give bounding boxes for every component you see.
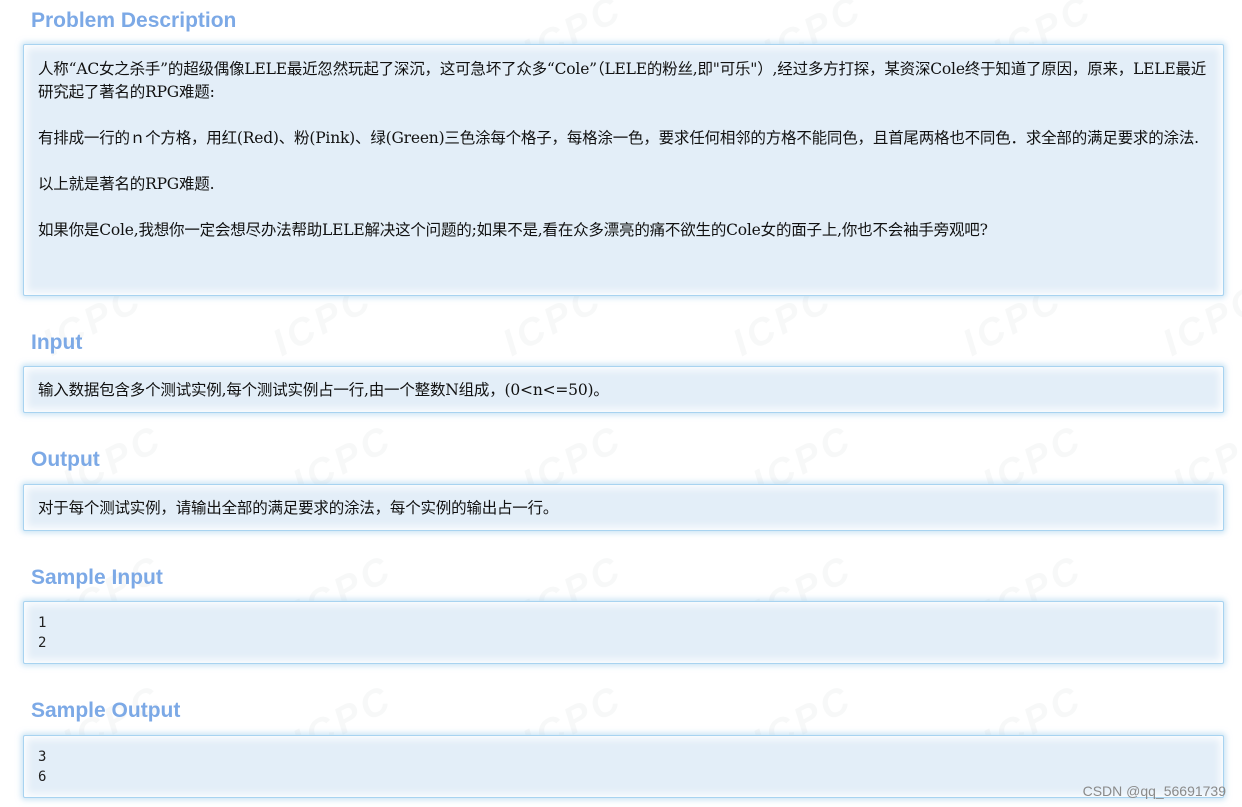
problem-description-title: Problem Description — [31, 9, 237, 32]
description-paragraph: 人称“AC女之杀手”的超级偶像LELE最近忽然玩起了深沉，这可急坏了众多“Col… — [38, 60, 1207, 101]
output-title: Output — [31, 448, 100, 471]
sample-input-line: 1 — [38, 615, 47, 631]
csdn-credit: CSDN @qq_56691739 — [1082, 783, 1226, 799]
sample-output-panel: 3 6 — [23, 735, 1224, 798]
input-panel: 输入数据包含多个测试实例,每个测试实例占一行,由一个整数N组成，(0<n<=50… — [23, 366, 1224, 413]
sample-output-title: Sample Output — [31, 699, 181, 722]
sample-output-line: 6 — [38, 769, 47, 785]
input-description: 输入数据包含多个测试实例,每个测试实例占一行,由一个整数N组成，(0<n<=50… — [38, 381, 609, 399]
description-paragraph: 以上就是著名的RPG难题. — [38, 175, 215, 193]
output-panel: 对于每个测试实例，请输出全部的满足要求的涂法，每个实例的输出占一行。 — [23, 484, 1224, 531]
input-title: Input — [31, 331, 83, 354]
sample-input-panel: 1 2 — [23, 601, 1224, 664]
output-description: 对于每个测试实例，请输出全部的满足要求的涂法，每个实例的输出占一行。 — [38, 499, 559, 517]
sample-input-title: Sample Input — [31, 566, 163, 589]
problem-description-panel: 人称“AC女之杀手”的超级偶像LELE最近忽然玩起了深沉，这可急坏了众多“Col… — [23, 44, 1224, 296]
description-paragraph: 如果你是Cole,我想你一定会想尽办法帮助LELE解决这个问题的;如果不是,看在… — [38, 221, 988, 239]
sample-output-line: 3 — [38, 749, 47, 765]
sample-input-line: 2 — [38, 635, 47, 651]
description-paragraph: 有排成一行的ｎ个方格，用红(Red)、粉(Pink)、绿(Green)三色涂每个… — [38, 129, 1199, 147]
